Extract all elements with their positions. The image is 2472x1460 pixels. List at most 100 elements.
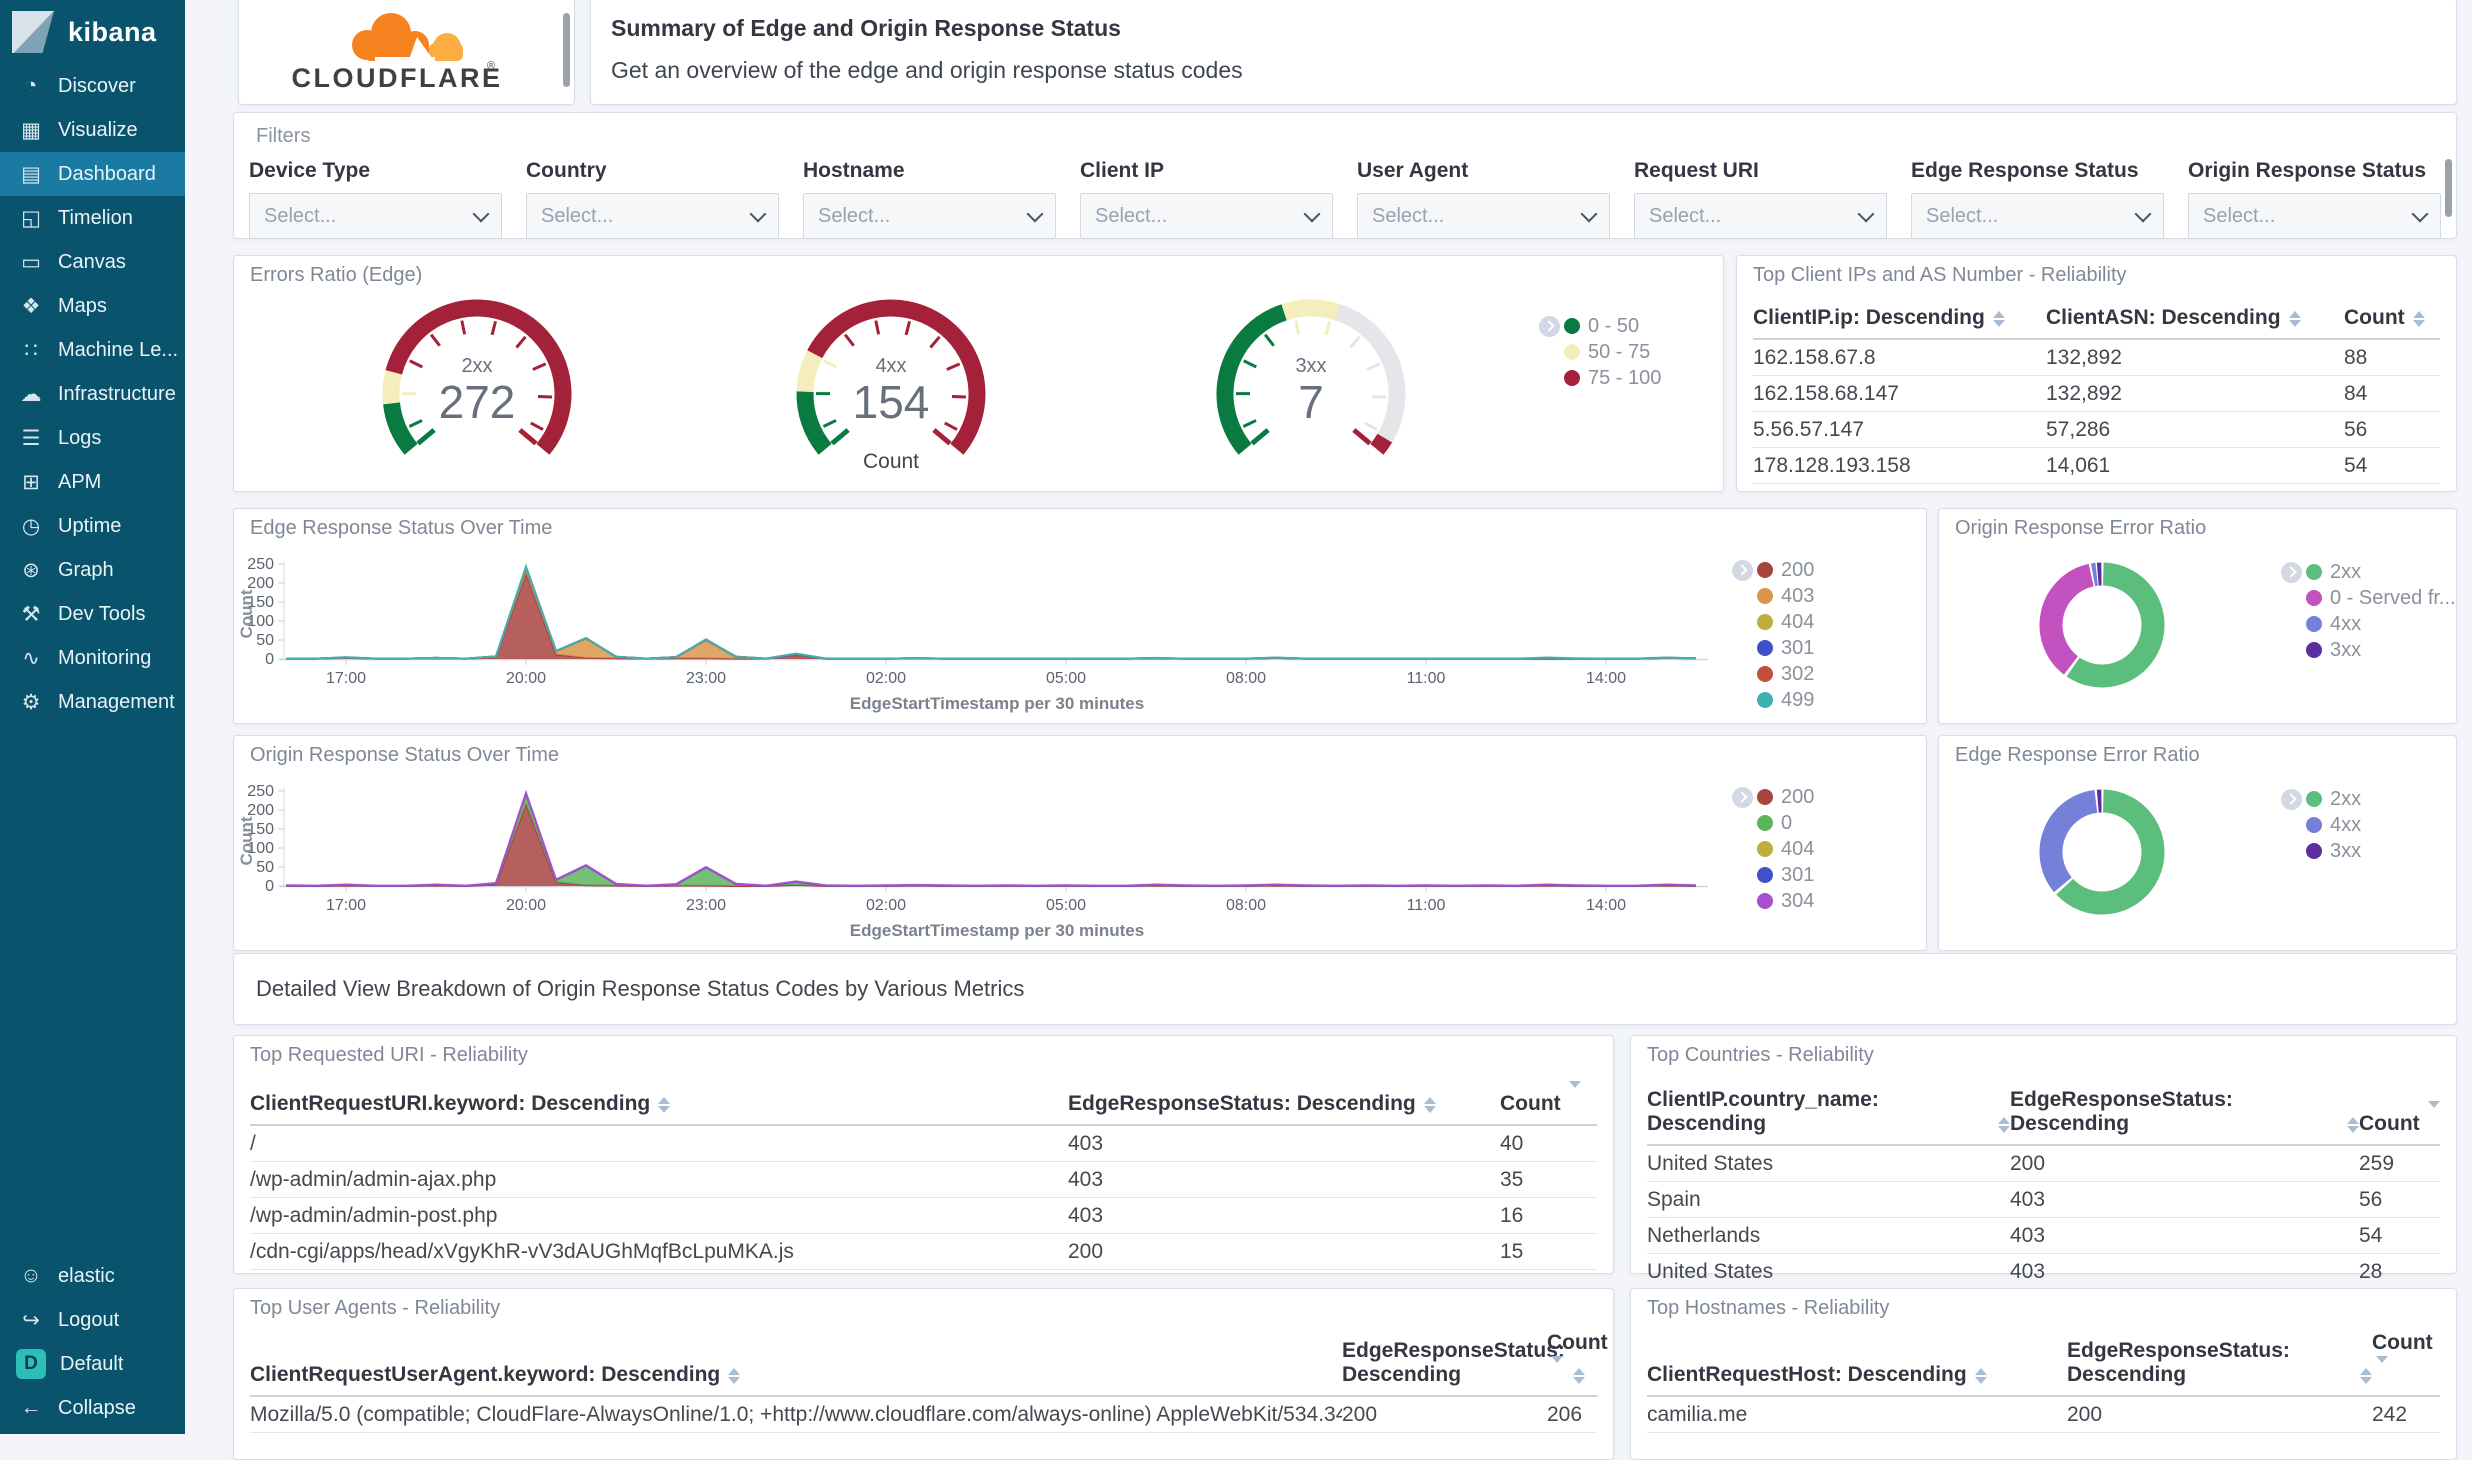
sidebar-item-dev-tools[interactable]: ⚒Dev Tools bbox=[0, 592, 185, 636]
column-header-clientip-country-name[interactable]: ClientIP.country_name: Descending bbox=[1647, 1088, 2010, 1136]
kibana-home-link[interactable]: kibana bbox=[0, 0, 185, 64]
sidebar-item-infrastructure[interactable]: ☁Infrastructure bbox=[0, 372, 185, 416]
legend-item-304[interactable]: 304 bbox=[1757, 888, 1814, 914]
sidebar-item-graph[interactable]: ⊛Graph bbox=[0, 548, 185, 592]
table-cell: /wp-admin/admin-post.php bbox=[250, 1204, 1068, 1228]
legend-label: 50 - 75 bbox=[1588, 341, 1650, 364]
legend-item-200[interactable]: 200 bbox=[1757, 557, 1814, 583]
column-header-count[interactable]: Count bbox=[1547, 1331, 1608, 1387]
sidebar-item-dashboard[interactable]: ▤Dashboard bbox=[0, 152, 185, 196]
edge-response-area-chart[interactable]: 05010015020025017:0020:0023:0002:0005:00… bbox=[234, 509, 1924, 721]
column-header-edgeresponsestatus[interactable]: EdgeResponseStatus: Descending bbox=[2067, 1339, 2372, 1387]
sidebar-item-default[interactable]: DDefault bbox=[0, 1342, 185, 1386]
column-header-count[interactable]: Count bbox=[1500, 1088, 1597, 1116]
filter-select-origin-response-status[interactable]: Select... bbox=[2188, 193, 2441, 239]
sidebar-item-management[interactable]: ⚙Management bbox=[0, 680, 185, 724]
legend-item-403[interactable]: 403 bbox=[1757, 583, 1814, 609]
table-cell: 242 bbox=[2372, 1403, 2440, 1427]
column-header-label: ClientASN: Descending bbox=[2046, 306, 2281, 330]
dashboard-icon: ▤ bbox=[18, 162, 44, 187]
table-row: 162.158.67.8132,89288 bbox=[1753, 340, 2440, 376]
errors-ratio-gauges-chart[interactable]: 2xx2724xx1543xx7Count bbox=[234, 256, 1721, 489]
scrollbar-thumb[interactable] bbox=[2445, 159, 2452, 217]
filter-select-country[interactable]: Select... bbox=[526, 193, 779, 239]
legend-dot bbox=[1757, 815, 1773, 831]
filter-select-client-ip[interactable]: Select... bbox=[1080, 193, 1333, 239]
legend-toggle-icon[interactable] bbox=[1732, 560, 1753, 581]
column-header-edgeresponsestatus[interactable]: EdgeResponseStatus: Descending bbox=[1342, 1339, 1547, 1387]
legend-item-404[interactable]: 404 bbox=[1757, 836, 1814, 862]
sidebar-item-elastic[interactable]: ☺elastic bbox=[0, 1254, 185, 1298]
table-cell: 403 bbox=[2010, 1260, 2359, 1284]
svg-text:02:00: 02:00 bbox=[866, 670, 906, 687]
column-header-clientrequesturi-keyword[interactable]: ClientRequestURI.keyword: Descending bbox=[250, 1092, 1068, 1116]
column-header-clientasn[interactable]: ClientASN: Descending bbox=[2046, 306, 2344, 330]
column-header-label: ClientRequestURI.keyword: Descending bbox=[250, 1092, 650, 1116]
legend-items: 2000404301304 bbox=[1757, 784, 1814, 914]
legend-item-50-75[interactable]: 50 - 75 bbox=[1564, 339, 1661, 365]
svg-text:7: 7 bbox=[1298, 376, 1324, 428]
sidebar-item-collapse[interactable]: ←Collapse bbox=[0, 1386, 185, 1430]
column-header-clientrequesthost[interactable]: ClientRequestHost: Descending bbox=[1647, 1363, 2067, 1387]
legend-item-499[interactable]: 499 bbox=[1757, 687, 1814, 713]
legend-item-0-served-fr[interactable]: 0 - Served fr... bbox=[2306, 585, 2456, 611]
sidebar-item-discover[interactable]: ◔Discover bbox=[0, 64, 185, 108]
column-header-edgeresponsestatus[interactable]: EdgeResponseStatus: Descending bbox=[1068, 1092, 1500, 1116]
svg-text:154: 154 bbox=[853, 376, 930, 428]
legend-item-4xx[interactable]: 4xx bbox=[2306, 611, 2456, 637]
filter-select-edge-response-status[interactable]: Select... bbox=[1911, 193, 2164, 239]
sidebar-item-uptime[interactable]: ◷Uptime bbox=[0, 504, 185, 548]
column-header-count[interactable]: Count bbox=[2359, 1108, 2440, 1136]
legend-toggle-icon[interactable] bbox=[1539, 316, 1560, 337]
svg-text:Count: Count bbox=[863, 450, 919, 473]
edge-error-ratio-donut[interactable] bbox=[1939, 736, 2269, 948]
sidebar-item-monitoring[interactable]: ∿Monitoring bbox=[0, 636, 185, 680]
legend-item-4xx[interactable]: 4xx bbox=[2306, 812, 2361, 838]
infrastructure-icon: ☁ bbox=[18, 382, 44, 407]
legend-item-302[interactable]: 302 bbox=[1757, 661, 1814, 687]
origin-response-area-chart[interactable]: 05010015020025017:0020:0023:0002:0005:00… bbox=[234, 736, 1924, 948]
legend-item-301[interactable]: 301 bbox=[1757, 635, 1814, 661]
legend-item-0[interactable]: 0 bbox=[1757, 810, 1814, 836]
column-header-clientip-ip[interactable]: ClientIP.ip: Descending bbox=[1753, 306, 2046, 330]
sidebar-item-visualize[interactable]: ▦Visualize bbox=[0, 108, 185, 152]
legend-toggle-icon[interactable] bbox=[2281, 789, 2302, 810]
sidebar-item-maps[interactable]: ❖Maps bbox=[0, 284, 185, 328]
table-header-row: ClientRequestHost: Descending EdgeRespons… bbox=[1647, 1331, 2440, 1397]
sidebar-item-logout[interactable]: ↪Logout bbox=[0, 1298, 185, 1342]
legend-toggle-icon[interactable] bbox=[2281, 562, 2302, 583]
sidebar-item-timelion[interactable]: ◱Timelion bbox=[0, 196, 185, 240]
legend-item-0-50[interactable]: 0 - 50 bbox=[1564, 313, 1661, 339]
column-header-count[interactable]: Count bbox=[2344, 306, 2440, 330]
sort-icon bbox=[2347, 1117, 2359, 1133]
column-header-label: ClientRequestHost: Descending bbox=[1647, 1363, 1967, 1387]
legend-item-404[interactable]: 404 bbox=[1757, 609, 1814, 635]
scrollbar-thumb[interactable] bbox=[563, 13, 570, 87]
filter-select-hostname[interactable]: Select... bbox=[803, 193, 1056, 239]
legend-item-2xx[interactable]: 2xx bbox=[2306, 786, 2361, 812]
sidebar-item-logs[interactable]: ☰Logs bbox=[0, 416, 185, 460]
sidebar-item-canvas[interactable]: ▭Canvas bbox=[0, 240, 185, 284]
sidebar-item-label: Canvas bbox=[58, 251, 126, 274]
legend-item-301[interactable]: 301 bbox=[1757, 862, 1814, 888]
legend-toggle-icon[interactable] bbox=[1732, 787, 1753, 808]
legend-item-200[interactable]: 200 bbox=[1757, 784, 1814, 810]
column-header-edgeresponsestatus[interactable]: EdgeResponseStatus: Descending bbox=[2010, 1088, 2359, 1136]
legend-item-75-100[interactable]: 75 - 100 bbox=[1564, 365, 1661, 391]
select-placeholder: Select... bbox=[2203, 205, 2275, 228]
filter-select-request-uri[interactable]: Select... bbox=[1634, 193, 1887, 239]
origin-error-ratio-donut[interactable] bbox=[1939, 509, 2269, 721]
table-cell: 259 bbox=[2359, 1152, 2440, 1176]
legend-item-3xx[interactable]: 3xx bbox=[2306, 838, 2361, 864]
dashboard-title: Summary of Edge and Origin Response Stat… bbox=[611, 15, 1121, 42]
sidebar-item-apm[interactable]: ⊞APM bbox=[0, 460, 185, 504]
filter-group-user-agent: User AgentSelect... bbox=[1357, 159, 1610, 239]
legend-item-3xx[interactable]: 3xx bbox=[2306, 637, 2456, 663]
column-header-clientrequestuseragent-keyword[interactable]: ClientRequestUserAgent.keyword: Descendi… bbox=[250, 1363, 1342, 1387]
filter-select-device-type[interactable]: Select... bbox=[249, 193, 502, 239]
column-header-count[interactable]: Count bbox=[2372, 1331, 2440, 1387]
filter-select-user-agent[interactable]: Select... bbox=[1357, 193, 1610, 239]
table-row: United States200259 bbox=[1647, 1146, 2440, 1182]
legend-item-2xx[interactable]: 2xx bbox=[2306, 559, 2456, 585]
sidebar-item-machine-le[interactable]: ∷Machine Le... bbox=[0, 328, 185, 372]
